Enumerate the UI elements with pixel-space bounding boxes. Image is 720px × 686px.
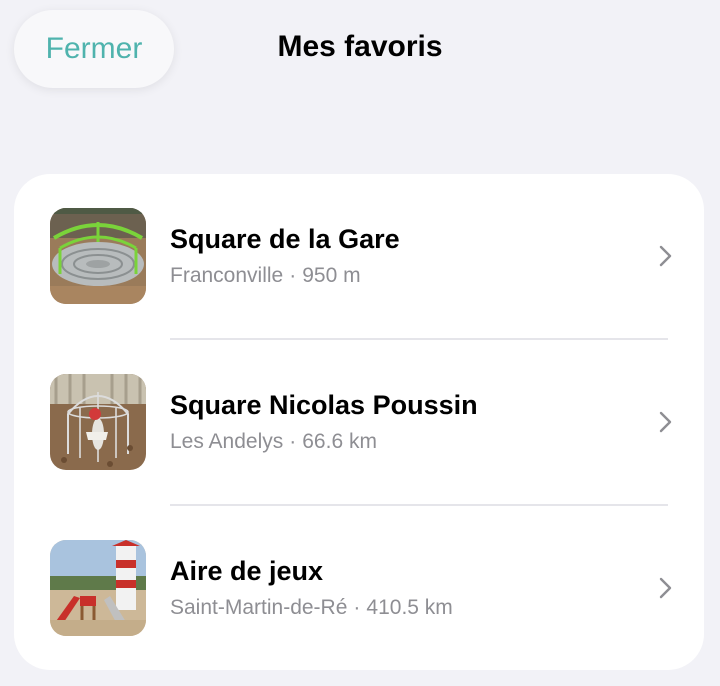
- favorite-distance: 66.6 km: [302, 430, 377, 453]
- close-button-label: Fermer: [45, 32, 143, 65]
- favorite-row-aire-de-jeux[interactable]: Aire de jeux Saint-Martin-de-Ré · 410.5 km: [14, 506, 704, 670]
- favorite-city: Les Andelys: [170, 430, 284, 453]
- favorite-subtitle: Franconville · 950 m: [170, 264, 630, 288]
- favorites-list: Square de la Gare Franconville · 950 m S…: [14, 174, 704, 670]
- subtitle-separator: ·: [289, 264, 297, 287]
- chevron-right-icon: [659, 577, 672, 599]
- favorite-distance: 950 m: [302, 264, 361, 287]
- favorite-title: Square Nicolas Poussin: [170, 390, 478, 420]
- favorite-subtitle: Saint-Martin-de-Ré · 410.5 km: [170, 596, 630, 620]
- subtitle-separator: ·: [289, 430, 297, 453]
- chevron-right-icon: [659, 411, 672, 433]
- favorite-city: Franconville: [170, 264, 284, 287]
- chevron-right-icon: [659, 245, 672, 267]
- spring-rider-thumbnail: [50, 374, 146, 470]
- favorite-subtitle: Les Andelys · 66.6 km: [170, 430, 630, 454]
- favorite-title: Square de la Gare: [170, 224, 400, 254]
- close-button[interactable]: Fermer: [14, 10, 174, 88]
- lighthouse-playground-thumbnail: [50, 540, 146, 636]
- favorite-distance: 410.5 km: [366, 596, 453, 619]
- favorite-city: Saint-Martin-de-Ré: [170, 596, 348, 619]
- subtitle-separator: ·: [353, 596, 361, 619]
- page-title: Mes favoris: [277, 30, 443, 63]
- merry-go-round-thumbnail: [50, 208, 146, 304]
- favorite-row-square-nicolas-poussin[interactable]: Square Nicolas Poussin Les Andelys · 66.6 …: [14, 340, 704, 506]
- favorite-row-square-de-la-gare[interactable]: Square de la Gare Franconville · 950 m: [14, 174, 704, 340]
- navigation-header: Fermer Mes favoris: [0, 0, 720, 100]
- favorite-title: Aire de jeux: [170, 556, 324, 586]
